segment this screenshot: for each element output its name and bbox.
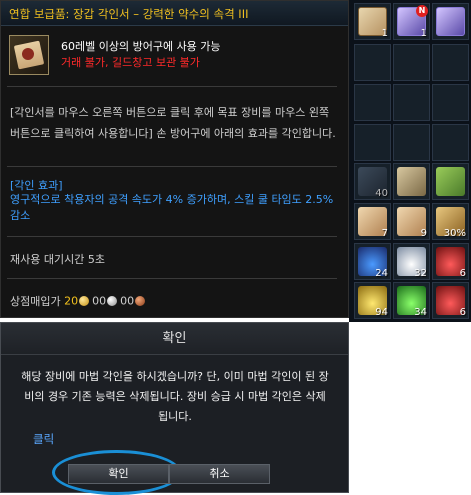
inventory-slot[interactable]: 9 [393,203,430,240]
dialog-message: 해당 장비에 마법 각인을 하시겠습니까? 단, 이미 마법 각인이 된 장비의… [21,370,329,423]
item-count: 40 [375,188,388,199]
inventory-slot[interactable]: 7 [354,203,391,240]
inventory-slot[interactable]: 1 [354,3,391,40]
inventory-slot-empty[interactable] [432,124,469,161]
inventory-slot-empty[interactable] [354,124,391,161]
inventory-slot[interactable]: 6 [432,282,469,319]
effect-text: 영구적으로 착용자의 공격 속도가 4% 증가하며, 스킬 쿨 타임도 2.5%… [10,193,334,222]
item-count: 6 [459,268,466,279]
inventory-slot[interactable]: 40 [354,163,391,200]
sell-price: 상점매입가 20 00 00 [10,293,148,309]
inventory-slot[interactable]: 32 [393,243,430,280]
item-count: 7 [381,228,388,239]
divider [7,166,337,167]
cooldown-text: 재사용 대기시간 5초 [10,253,105,266]
inventory-slot-empty[interactable] [432,44,469,81]
price-label: 상점매입가 [10,295,61,308]
item-count: 30% [443,228,466,239]
inventory-slot-empty[interactable] [393,84,430,121]
confirm-button[interactable]: 확인 [68,464,169,484]
inventory-slot[interactable]: N 1 [393,3,430,40]
inventory-panel: 1 N 1 40 7 9 30% 24 32 6 94 34 6 [349,0,471,322]
inventory-slot[interactable]: 34 [393,282,430,319]
inventory-slot[interactable] [432,163,469,200]
item-tooltip: 연합 보급품: 장갑 각인서 – 강력한 약수의 속격 III 60레벨 이상의… [0,0,349,318]
inventory-slot[interactable]: 94 [354,282,391,319]
divider [7,236,337,237]
inventory-slot-empty[interactable] [354,84,391,121]
copper-coin-icon [135,296,146,306]
inventory-slot[interactable] [432,3,469,40]
divider [7,86,337,87]
item-title: 연합 보급품: 장갑 각인서 – 강력한 약수의 속격 III [9,7,249,21]
item-count: 34 [414,307,427,318]
inventory-slot-empty[interactable] [354,44,391,81]
item-count: 32 [414,268,427,279]
inventory-slot[interactable]: 24 [354,243,391,280]
green-book-icon [436,167,465,196]
inventory-slot[interactable] [393,163,430,200]
tooltip-header: 연합 보급품: 장갑 각인서 – 강력한 약수의 속격 III [1,1,348,26]
engraving-scroll-icon [9,35,49,75]
item-count: 94 [375,307,388,318]
click-hint: 클릭 [33,432,55,446]
item-description: [각인서를 마우스 오른쪽 버튼으로 클릭 후에 목표 장비를 마우스 왼쪽 버… [10,106,336,140]
item-requirement: 60레벨 이상의 방어구에 사용 가능 [61,40,221,53]
purple-scroll-icon [436,7,465,36]
cancel-button[interactable]: 취소 [169,464,270,484]
inventory-slot-empty[interactable] [393,44,430,81]
item-count: 1 [420,28,427,39]
divider [7,278,337,279]
price-copper: 00 [120,294,135,308]
price-gold: 20 [64,294,79,308]
gold-coin-icon [79,296,90,306]
trade-restriction: 거래 불가, 길드창고 보관 불가 [61,56,200,69]
item-count: 9 [420,228,427,239]
silver-coin-icon [107,296,118,306]
item-count: 24 [375,268,388,279]
inventory-slot[interactable]: 30% [432,203,469,240]
confirm-dialog: 확인 해당 장비에 마법 각인을 하시겠습니까? 단, 이미 마법 각인이 된 … [0,322,349,495]
new-badge: N [416,5,428,17]
item-count: 6 [459,307,466,318]
effect-header: [각인 효과] [10,179,63,192]
paw-print-icon [397,167,426,196]
dialog-title: 확인 [1,323,348,355]
item-count: 1 [381,28,388,39]
inventory-slot[interactable]: 6 [432,243,469,280]
inventory-slot-empty[interactable] [393,124,430,161]
price-silver: 00 [92,294,107,308]
inventory-slot-empty[interactable] [432,84,469,121]
